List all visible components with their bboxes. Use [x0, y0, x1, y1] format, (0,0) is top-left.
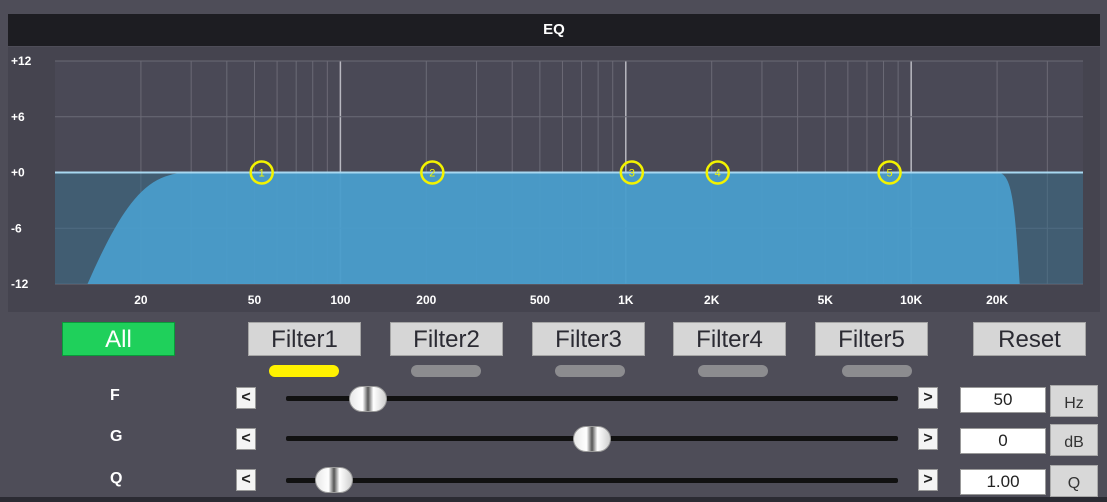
all-button[interactable]: All	[62, 322, 175, 356]
q-unit: Q	[1050, 465, 1098, 497]
filter1-button[interactable]: Filter1	[248, 322, 361, 356]
x-tick-label: 20K	[986, 293, 1008, 307]
gain-increase-button[interactable]: >	[918, 428, 938, 450]
q-value[interactable]: 1.00	[960, 469, 1046, 495]
q-label: Q	[110, 470, 123, 487]
eq-graph[interactable]: +12 +6 +0 -6 -12 20 50 100 200 500 1K 2K 5K 10K 20K 1 2 3…	[8, 47, 1100, 312]
x-tick-label: 100	[330, 293, 350, 307]
reset-button[interactable]: Reset	[973, 322, 1086, 356]
filter1-indicator	[269, 365, 339, 377]
frequency-decrease-button[interactable]: <	[236, 387, 256, 409]
q-decrease-button[interactable]: <	[236, 469, 256, 491]
x-tick-label: 2K	[704, 293, 720, 307]
y-tick-label: -6	[11, 221, 22, 235]
y-tick-label: +12	[11, 54, 32, 68]
filter-marker-label: 5	[887, 168, 893, 180]
filter3-indicator	[555, 365, 625, 377]
gain-unit: dB	[1050, 424, 1098, 456]
filter-marker-label: 3	[629, 168, 635, 180]
y-tick-label: +6	[11, 110, 25, 124]
y-tick-label: +0	[11, 166, 25, 180]
filter2-indicator	[411, 365, 481, 377]
x-tick-label: 500	[530, 293, 550, 307]
x-tick-label: 20	[134, 293, 148, 307]
filter5-button[interactable]: Filter5	[815, 322, 928, 356]
window-title: EQ	[8, 14, 1100, 46]
frequency-increase-button[interactable]: >	[918, 387, 938, 409]
y-tick-label: -12	[11, 277, 29, 291]
filter4-indicator	[698, 365, 768, 377]
frequency-value[interactable]: 50	[960, 387, 1046, 413]
filter5-indicator	[842, 365, 912, 377]
x-tick-label: 50	[248, 293, 262, 307]
gain-value[interactable]: 0	[960, 428, 1046, 454]
eq-graph-svg: +12 +6 +0 -6 -12 20 50 100 200 500 1K 2K 5K 10K 20K 1 2 3…	[11, 54, 1083, 307]
x-tick-label: 200	[416, 293, 436, 307]
x-tick-label: 10K	[900, 293, 922, 307]
q-slider-track[interactable]	[286, 478, 898, 483]
filter4-button[interactable]: Filter4	[673, 322, 786, 356]
gain-slider-thumb[interactable]	[573, 426, 611, 452]
q-slider-thumb[interactable]	[314, 467, 353, 493]
filter-marker-label: 4	[715, 168, 721, 180]
eq-response-area	[87, 172, 1020, 284]
frequency-slider-thumb[interactable]	[349, 386, 388, 412]
x-tick-label: 1K	[618, 293, 634, 307]
q-increase-button[interactable]: >	[918, 469, 938, 491]
frequency-label: F	[110, 387, 120, 404]
filter2-button[interactable]: Filter2	[390, 322, 503, 356]
filter-marker-label: 1	[259, 168, 265, 180]
frequency-unit: Hz	[1050, 385, 1098, 417]
eq-window: EQ +12 +6 +0 -6 -12 20 50 100 200 500 1K 2K 5K 10K 20K…	[0, 0, 1107, 497]
gain-label: G	[110, 428, 123, 445]
x-tick-label: 5K	[818, 293, 834, 307]
filter3-button[interactable]: Filter3	[532, 322, 645, 356]
filter-marker-label: 2	[429, 168, 435, 180]
gain-decrease-button[interactable]: <	[236, 428, 256, 450]
